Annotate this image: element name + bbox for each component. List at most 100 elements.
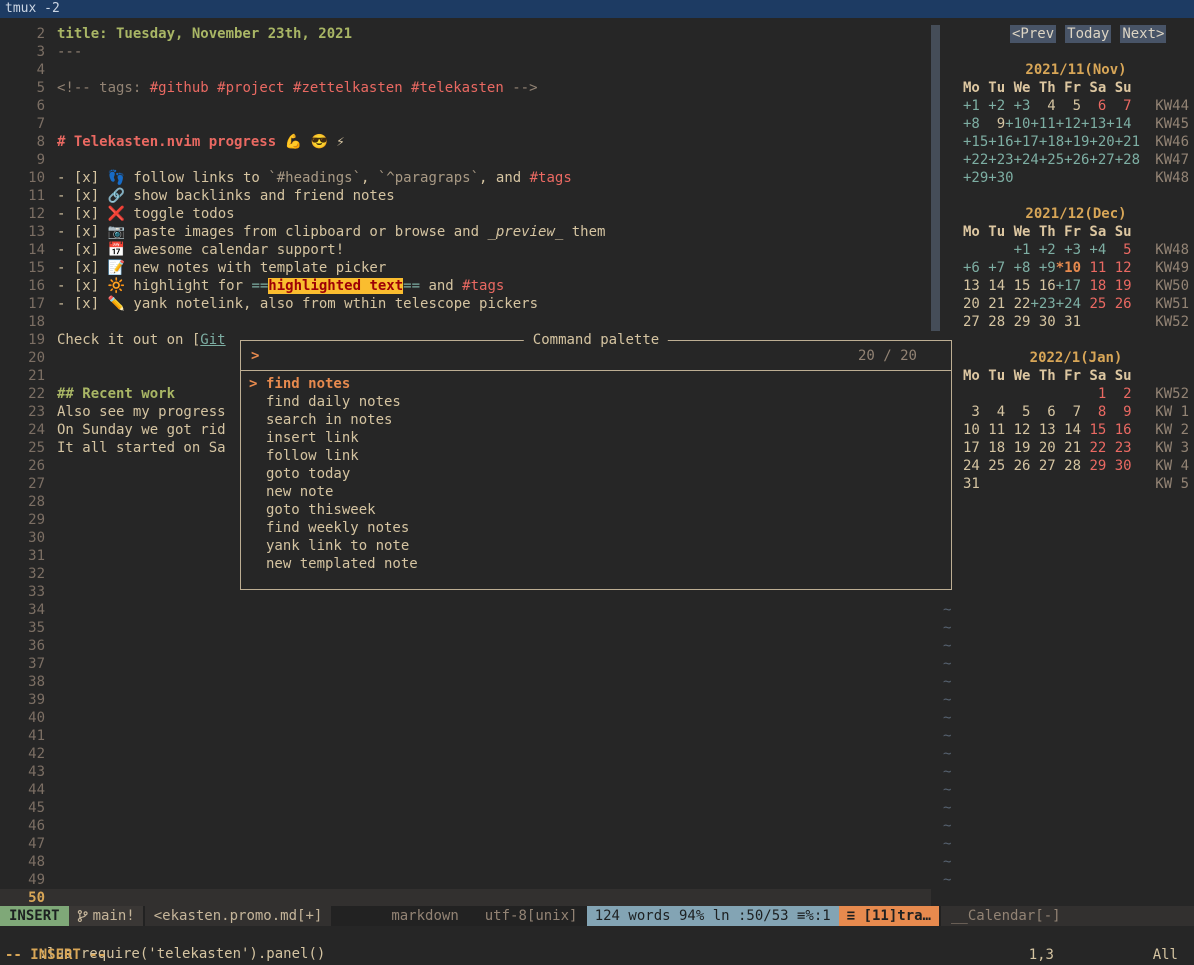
line-number: 17 bbox=[0, 295, 45, 313]
editor-line[interactable]: 44 bbox=[0, 781, 931, 799]
editor-line[interactable]: 45 bbox=[0, 799, 931, 817]
calendar-day-cells: 15 16 bbox=[1081, 422, 1132, 438]
calendar-week-row[interactable]: 3 4 5 6 7 8 9KW 1 bbox=[941, 403, 1194, 421]
editor-line[interactable]: 16- [x] 🔆 highlight for ==highlighted te… bbox=[0, 277, 931, 295]
calendar-week-row[interactable]: +29+30KW48 bbox=[941, 169, 1194, 187]
editor-line[interactable]: 9 bbox=[0, 151, 931, 169]
editor-line[interactable]: 37 bbox=[0, 655, 931, 673]
calendar-prev-button[interactable]: <Prev bbox=[1010, 25, 1056, 43]
line-text bbox=[45, 835, 57, 853]
selection-caret-icon bbox=[249, 501, 266, 519]
editor-line[interactable]: 4 bbox=[0, 61, 931, 79]
editor-line[interactable]: 40 bbox=[0, 709, 931, 727]
editor-line[interactable]: 48 bbox=[0, 853, 931, 871]
palette-item[interactable]: find weekly notes bbox=[241, 519, 951, 537]
line-number: 24 bbox=[0, 421, 45, 439]
palette-item-label: new note bbox=[266, 483, 333, 501]
calendar-week-row[interactable]: +6 +7 +8 +9*10 11 12KW49 bbox=[941, 259, 1194, 277]
calendar-week-row[interactable]: +1 +2 +3 4 5 6 7KW44 bbox=[941, 97, 1194, 115]
calendar-week-row[interactable]: +8 9+10+11+12+13+14KW45 bbox=[941, 115, 1194, 133]
palette-item-label: search in notes bbox=[266, 411, 392, 429]
calendar-week-row[interactable]: 27 28 29 30 31KW52 bbox=[941, 313, 1194, 331]
calendar-nav: <Prev Today Next> bbox=[941, 25, 1194, 43]
editor-line[interactable]: 5<!-- tags: #github #project #zettelkast… bbox=[0, 79, 931, 97]
calendar-week-row[interactable]: +1 +2 +3 +4 5KW48 bbox=[941, 241, 1194, 259]
palette-item[interactable]: goto thisweek bbox=[241, 501, 951, 519]
line-text: <!-- tags: #github #project #zettelkaste… bbox=[45, 79, 538, 97]
editor-line[interactable]: 2title: Tuesday, November 23th, 2021 bbox=[0, 25, 931, 43]
editor-line[interactable]: 36 bbox=[0, 637, 931, 655]
palette-item[interactable]: goto today bbox=[241, 465, 951, 483]
calendar-week-row[interactable]: 20 21 22+23+24 25 26KW51 bbox=[941, 295, 1194, 313]
calendar-week-row[interactable]: 1 2KW52 bbox=[941, 385, 1194, 403]
editor-line[interactable]: 41 bbox=[0, 727, 931, 745]
editor-line[interactable]: 17- [x] ✏️ yank notelink, also from wthi… bbox=[0, 295, 931, 313]
editor-line[interactable]: 11- [x] 🔗 show backlinks and friend note… bbox=[0, 187, 931, 205]
text-segment: Git bbox=[200, 332, 225, 348]
calendar-day-cells: *10 bbox=[1056, 260, 1081, 276]
editor-line[interactable]: 15- [x] 📝 new notes with template picker bbox=[0, 259, 931, 277]
editor-line[interactable]: 14- [x] 📅 awesome calendar support! bbox=[0, 241, 931, 259]
line-text: Also see my progress bbox=[45, 403, 226, 421]
palette-item[interactable]: insert link bbox=[241, 429, 951, 447]
selection-caret-icon bbox=[249, 393, 266, 411]
calendar-next-button[interactable]: Next> bbox=[1120, 25, 1166, 43]
line-number: 23 bbox=[0, 403, 45, 421]
text-segment: Check it out on [ bbox=[57, 332, 200, 348]
editor-line[interactable]: 7 bbox=[0, 115, 931, 133]
calendar-day-cells: 5 bbox=[1106, 242, 1131, 258]
calendar-week-row[interactable]: +22+23+24+25+26+27+28KW47 bbox=[941, 151, 1194, 169]
calendar-today-button[interactable]: Today bbox=[1065, 25, 1111, 43]
editor-line[interactable]: 50 bbox=[0, 889, 931, 906]
editor-line[interactable]: 8# Telekasten.nvim progress 💪 😎 ⚡ bbox=[0, 133, 931, 151]
editor-line[interactable]: 12- [x] ❌ toggle todos bbox=[0, 205, 931, 223]
editor-line[interactable]: 38 bbox=[0, 673, 931, 691]
editor-line[interactable]: 49 bbox=[0, 871, 931, 889]
calendar-day-cells: 18 19 bbox=[1081, 278, 1132, 294]
editor-line[interactable]: 43 bbox=[0, 763, 931, 781]
calendar-week-row[interactable]: 31KW 5 bbox=[941, 475, 1194, 493]
command-line[interactable]: :lua require('telekasten').panel() bbox=[0, 926, 1194, 945]
calendar-week-row[interactable]: 24 25 26 27 28 29 30KW 4 bbox=[941, 457, 1194, 475]
editor-line[interactable]: 13- [x] 📷 paste images from clipboard or… bbox=[0, 223, 931, 241]
line-number: 28 bbox=[0, 493, 45, 511]
editor-line[interactable]: 3--- bbox=[0, 43, 931, 61]
editor-line[interactable]: 34 bbox=[0, 601, 931, 619]
editor-line[interactable]: 10- [x] 👣 follow links to `#headings`, `… bbox=[0, 169, 931, 187]
palette-item[interactable]: find daily notes bbox=[241, 393, 951, 411]
empty-buffer-tilde: ~ bbox=[941, 637, 1194, 655]
editor-line[interactable]: 42 bbox=[0, 745, 931, 763]
line-text bbox=[45, 619, 57, 637]
calendar-days: +6 +7 +8 +9*10 11 12 bbox=[963, 259, 1132, 277]
line-text bbox=[45, 547, 57, 565]
palette-item[interactable]: new templated note bbox=[241, 555, 951, 573]
calendar-week-row[interactable]: 13 14 15 16+17 18 19KW50 bbox=[941, 277, 1194, 295]
scrollbar-thumb[interactable] bbox=[931, 25, 940, 331]
line-number: 33 bbox=[0, 583, 45, 601]
calendar-day-cells: +23+24 bbox=[1030, 296, 1081, 312]
editor-line[interactable]: 46 bbox=[0, 817, 931, 835]
palette-item[interactable]: yank link to note bbox=[241, 537, 951, 555]
palette-item[interactable]: new note bbox=[241, 483, 951, 501]
statusline-calendar: __Calendar[-] bbox=[941, 906, 1194, 926]
selection-caret-icon bbox=[249, 429, 266, 447]
palette-item[interactable]: search in notes bbox=[241, 411, 951, 429]
editor-line[interactable]: 6 bbox=[0, 97, 931, 115]
calendar-week-row[interactable]: 10 11 12 13 14 15 16KW 2 bbox=[941, 421, 1194, 439]
calendar-week-row[interactable]: 17 18 19 20 21 22 23KW 3 bbox=[941, 439, 1194, 457]
line-number: 43 bbox=[0, 763, 45, 781]
empty-buffer-tilde: ~ bbox=[941, 781, 1194, 799]
text-segment: It all started on Sa bbox=[57, 440, 226, 456]
palette-item-label: new templated note bbox=[266, 555, 418, 573]
editor-line[interactable]: 39 bbox=[0, 691, 931, 709]
editor-line[interactable]: 35 bbox=[0, 619, 931, 637]
text-segment: # Telekasten.nvim progress bbox=[57, 134, 285, 150]
calendar-week-row[interactable]: +15+16+17+18+19+20+21KW46 bbox=[941, 133, 1194, 151]
editor-line[interactable]: 18 bbox=[0, 313, 931, 331]
calendar-day-cells: +1 +2 +3 +4 bbox=[1014, 242, 1107, 258]
palette-item[interactable]: > find notes bbox=[241, 375, 951, 393]
calendar-days: 17 18 19 20 21 22 23 bbox=[963, 439, 1132, 457]
palette-item[interactable]: follow link bbox=[241, 447, 951, 465]
line-number: 48 bbox=[0, 853, 45, 871]
editor-line[interactable]: 47 bbox=[0, 835, 931, 853]
